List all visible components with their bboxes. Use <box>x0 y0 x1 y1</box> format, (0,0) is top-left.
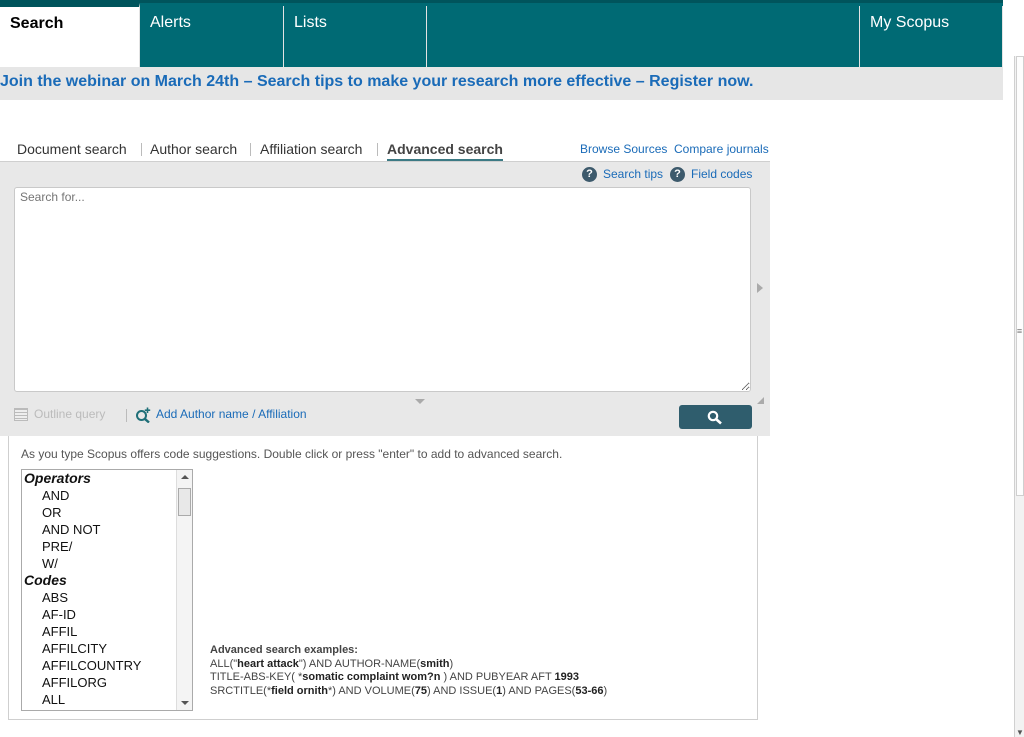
example-line: ALL("heart attack") AND AUTHOR-NAME(smit… <box>210 658 607 672</box>
tab-advanced-search[interactable]: Advanced search <box>387 141 503 162</box>
example-segment: 53-66 <box>575 684 604 697</box>
tab-my-scopus[interactable]: My Scopus <box>859 6 1003 70</box>
example-segment: heart attack <box>237 657 299 670</box>
help-icon: ? <box>582 167 597 183</box>
code-suggestions-list[interactable]: Operators AND OR AND NOT PRE/W/Codes ABS AF-ID… <box>21 469 193 711</box>
add-author-label: Add Author name / Affiliation <box>156 407 307 422</box>
search-tips-label: Search tips <box>603 167 664 181</box>
list-group-codes: Codes <box>24 572 67 588</box>
example-segment: 1993 <box>554 671 580 683</box>
outline-icon <box>14 408 28 422</box>
list-item[interactable]: AFFILORG <box>22 674 177 691</box>
list-item[interactable]: AFFIL <box>22 623 177 640</box>
add-author-affiliation-link[interactable]: Add Author name / Affiliation <box>135 407 307 424</box>
example-segment: 75 <box>414 684 427 697</box>
divider <box>126 409 127 422</box>
field-codes-label: Field codes <box>691 167 753 181</box>
list-item[interactable]: OR <box>22 504 177 521</box>
list-scrollbar-thumb[interactable] <box>178 488 191 516</box>
divider <box>250 143 251 156</box>
list-item[interactable]: AF-ID <box>22 606 177 623</box>
expand-down-icon[interactable] <box>415 399 425 404</box>
advanced-search-examples: Advanced search examples: ALL("heart att… <box>210 644 607 698</box>
example-segment: ) <box>449 657 454 670</box>
scroll-up-icon[interactable] <box>181 475 189 479</box>
list-item[interactable]: AND NOT <box>22 521 177 538</box>
scrollbar-grip-icon: ≡ <box>1016 326 1023 336</box>
divider <box>377 143 378 156</box>
example-segment: ) <box>603 684 608 697</box>
compare-journals-link[interactable]: Compare journals <box>674 142 769 156</box>
scroll-down-icon[interactable] <box>181 701 189 705</box>
outline-query-button: Outline query <box>14 407 106 422</box>
add-search-icon <box>135 407 151 424</box>
tab-alerts[interactable]: Alerts <box>140 6 284 70</box>
scroll-down-icon[interactable]: ▼ <box>1016 728 1024 737</box>
tab-author-search[interactable]: Author search <box>150 141 237 157</box>
tab-document-search[interactable]: Document search <box>17 141 127 157</box>
example-segment: smith <box>420 657 450 670</box>
example-segment: *) AND VOLUME( <box>327 684 415 697</box>
page-scrollbar-thumb[interactable] <box>1016 56 1024 496</box>
example-segment: SRCTITLE(* <box>210 684 272 697</box>
tab-search[interactable]: Search <box>0 3 140 70</box>
list-item[interactable]: AND <box>22 487 177 504</box>
outline-query-label: Outline query <box>34 407 106 421</box>
webinar-banner: Join the webinar on March 24th – Search … <box>0 67 1003 100</box>
suggestions-hint: As you type Scopus offers code suggestio… <box>21 447 563 461</box>
list-item[interactable]: ALL <box>22 691 177 708</box>
example-segment: ) AND PUBYEAR AFT <box>440 671 555 683</box>
search-button[interactable] <box>679 405 752 429</box>
search-tips-link[interactable]: ? Search tips <box>582 167 664 183</box>
example-segment: ) AND PAGES( <box>502 684 576 697</box>
example-segment: ALL(" <box>210 657 238 670</box>
tab-lists[interactable]: Lists <box>284 6 427 70</box>
browse-sources-link[interactable]: Browse Sources <box>580 142 667 156</box>
list-scrollbar[interactable] <box>176 470 192 710</box>
top-navigation: Search Alerts Lists My Scopus <box>0 0 1003 70</box>
help-icon: ? <box>670 167 685 183</box>
example-line: TITLE-ABS-KEY( *somatic complaint wom?n … <box>210 671 607 685</box>
list-item[interactable]: AFFILCITY <box>22 640 177 657</box>
list-item[interactable]: ABS <box>22 589 177 606</box>
divider <box>141 143 142 156</box>
list-item[interactable]: PRE/ <box>22 538 177 555</box>
example-line: SRCTITLE(*field ornith*) AND VOLUME(75) … <box>210 685 607 699</box>
example-segment: somatic complaint wom?n <box>302 671 441 683</box>
webinar-link[interactable]: Join the webinar on March 24th – Search … <box>0 73 753 91</box>
example-segment: TITLE-ABS-KEY( * <box>210 671 303 683</box>
examples-title: Advanced search examples: <box>210 644 358 656</box>
example-segment: field ornith <box>271 684 328 697</box>
example-segment: ") AND AUTHOR-NAME( <box>298 657 421 670</box>
list-item[interactable]: W/ <box>22 555 177 572</box>
tab-affiliation-search[interactable]: Affiliation search <box>260 141 362 157</box>
page-scrollbar[interactable]: ≡ ▼ <box>1014 56 1024 737</box>
field-codes-link[interactable]: ? Field codes <box>670 167 753 183</box>
search-icon <box>707 410 722 425</box>
advanced-search-query-input[interactable] <box>14 187 751 392</box>
list-group-operators: Operators <box>24 470 91 486</box>
expand-right-icon[interactable] <box>757 283 763 293</box>
resize-handle-icon[interactable] <box>757 397 764 404</box>
example-segment: ) AND ISSUE( <box>427 684 497 697</box>
list-item[interactable]: AFFILCOUNTRY <box>22 657 177 674</box>
